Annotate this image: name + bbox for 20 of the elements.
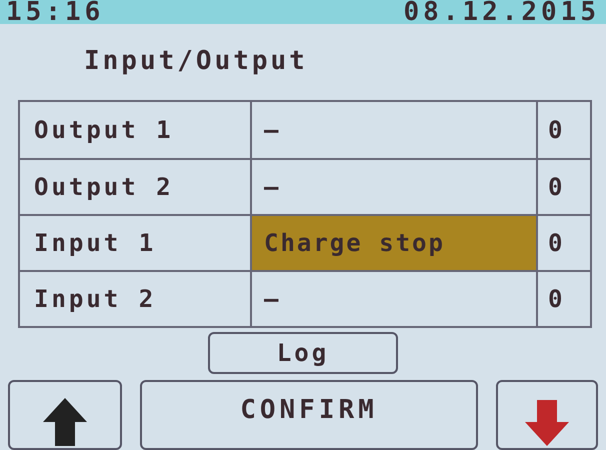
down-arrow-icon [523,400,571,446]
table-cell: Output 1 [20,102,252,158]
table-cell[interactable]: – [252,272,538,326]
table-cell-text: 0 [547,172,564,203]
table-cell-text: 0 [547,115,564,146]
table-cell[interactable]: Charge stop [252,216,538,270]
table-cell[interactable]: – [252,160,538,214]
table-cell[interactable]: – [252,102,538,158]
down-button[interactable] [496,380,598,450]
confirm-button[interactable]: CONFIRM [140,380,478,450]
clock-time: 15:16 [6,0,104,28]
table-cell-text: 0 [547,284,564,315]
date-text: 08.12.2015 [403,0,600,28]
table-cell: Input 2 [20,272,252,326]
table-cell: Output 2 [20,160,252,214]
up-button[interactable] [8,380,122,450]
table-cell-text: 0 [547,228,564,259]
screen-title: Input/Output [84,46,308,76]
up-arrow-icon [41,396,89,446]
log-button[interactable]: Log [208,332,398,374]
